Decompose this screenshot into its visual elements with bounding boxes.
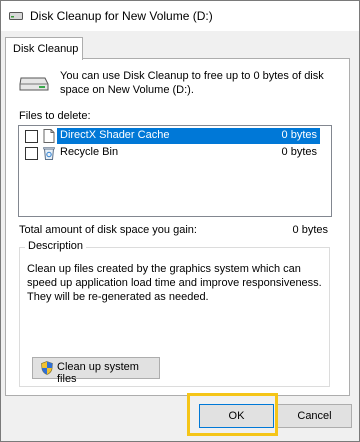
checkbox[interactable]	[25, 147, 38, 160]
tab-disk-cleanup[interactable]: Disk Cleanup	[5, 37, 83, 60]
item-label: Recycle Bin	[60, 146, 119, 158]
list-item[interactable]: Recycle Bin 0 bytes	[21, 145, 327, 161]
description-group: Description Clean up files created by th…	[19, 240, 330, 387]
list-item[interactable]: DirectX Shader Cache 0 bytes	[21, 128, 327, 144]
file-icon	[43, 129, 55, 143]
item-size: 0 bytes	[281, 146, 317, 158]
description-legend: Description	[25, 240, 87, 252]
disk-cleanup-window: Disk Cleanup for New Volume (D:) Disk Cl…	[0, 0, 360, 442]
window-title: Disk Cleanup for New Volume (D:)	[30, 9, 213, 23]
description-text: Clean up files created by the graphics s…	[27, 263, 322, 303]
clean-up-system-files-button[interactable]: Clean up system files	[32, 357, 160, 385]
intro-text: You can use Disk Cleanup to free up to 0…	[60, 70, 324, 96]
clean-up-system-files-label: Clean up system files	[57, 361, 139, 385]
drive-icon	[19, 77, 49, 91]
item-size: 0 bytes	[281, 129, 317, 141]
title-bar: Disk Cleanup for New Volume (D:)	[1, 1, 359, 31]
item-label: DirectX Shader Cache	[60, 129, 170, 141]
total-gain-value: 0 bytes	[292, 224, 328, 236]
cancel-label: Cancel	[297, 410, 332, 422]
ok-highlight-box	[187, 393, 278, 436]
uac-shield-icon	[41, 361, 53, 375]
files-to-delete-label: Files to delete:	[19, 110, 91, 122]
disk-cleanup-icon	[9, 12, 23, 20]
files-list[interactable]: DirectX Shader Cache 0 bytes Recycle Bin…	[18, 125, 332, 217]
recycle-bin-icon	[43, 147, 55, 160]
tab-label: Disk Cleanup	[13, 43, 79, 55]
cancel-button[interactable]: Cancel	[277, 404, 352, 428]
checkbox[interactable]	[25, 130, 38, 143]
total-gain-label: Total amount of disk space you gain:	[19, 224, 197, 236]
